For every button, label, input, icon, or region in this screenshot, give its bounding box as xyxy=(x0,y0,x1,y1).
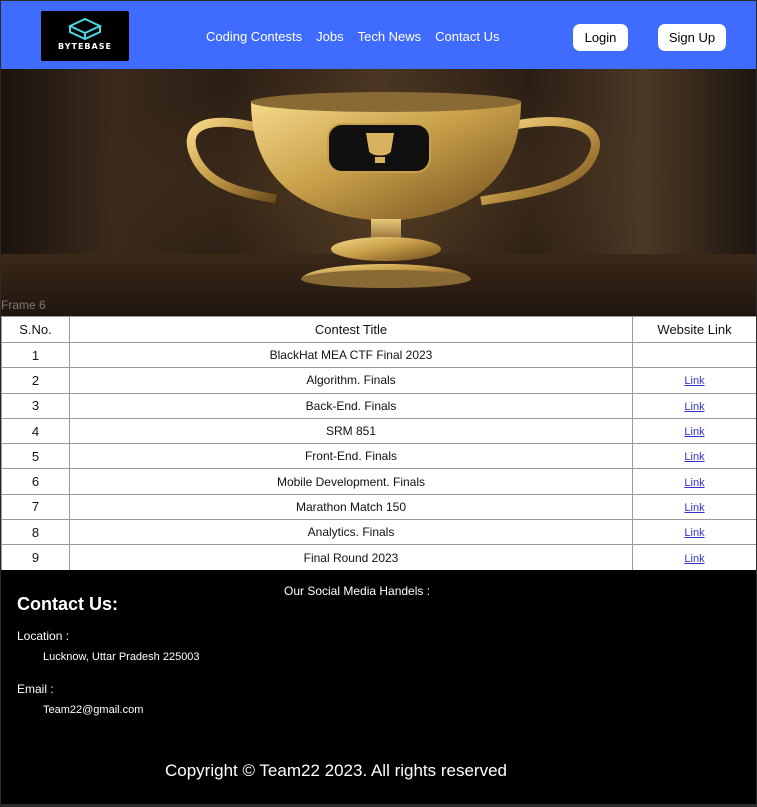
row-link-cell: Link xyxy=(632,493,756,521)
header-contest-title: Contest Title xyxy=(69,316,633,343)
row-link-cell: Link xyxy=(632,417,756,445)
row-sno: 1 xyxy=(1,341,70,369)
cube-logo-icon xyxy=(68,18,102,40)
row-link[interactable]: Link xyxy=(684,502,704,514)
row-title: Analytics. Finals xyxy=(69,519,633,546)
row-sno: 3 xyxy=(1,392,70,419)
nav-jobs[interactable]: Jobs xyxy=(316,29,343,44)
frame-label: Frame 6 xyxy=(1,298,46,312)
row-link-cell: Link xyxy=(632,544,756,571)
nav-tech-news[interactable]: Tech News xyxy=(358,29,422,44)
row-link-cell xyxy=(632,341,756,369)
trophy-icon xyxy=(186,92,600,288)
copyright-text: Copyright © Team22 2023. All rights rese… xyxy=(165,761,508,780)
row-link-cell: Link xyxy=(632,519,756,546)
row-title: BlackHat MEA CTF Final 2023 xyxy=(69,341,633,369)
row-sno: 6 xyxy=(1,468,70,495)
login-button[interactable]: Login xyxy=(573,24,628,51)
row-link[interactable]: Link xyxy=(684,401,704,413)
row-sno: 2 xyxy=(1,367,70,394)
row-link-cell: Link xyxy=(632,392,756,419)
row-link[interactable]: Link xyxy=(684,426,704,438)
row-title: Marathon Match 150 xyxy=(69,493,633,521)
row-sno: 7 xyxy=(1,493,70,521)
location-label: Location : xyxy=(17,629,70,643)
table-row: 7 Marathon Match 150 Link xyxy=(1,493,756,521)
location-value: Lucknow, Uttar Pradesh 225003 xyxy=(43,651,200,663)
contests-table: S.No. Contest Title Website Link 1 Black… xyxy=(1,316,756,571)
row-sno: 4 xyxy=(1,417,70,445)
row-link-cell: Link xyxy=(632,468,756,495)
footer: Contact Us: Our Social Media Handels : L… xyxy=(1,570,756,804)
signup-button[interactable]: Sign Up xyxy=(658,24,726,51)
row-title: Mobile Development. Finals xyxy=(69,468,633,495)
nav-contact-us[interactable]: Contact Us xyxy=(435,29,499,44)
table-row: 6 Mobile Development. Finals Link xyxy=(1,468,756,495)
row-sno: 9 xyxy=(1,544,70,571)
table-row: 3 Back-End. Finals Link xyxy=(1,392,756,419)
row-link-cell: Link xyxy=(632,443,756,470)
row-link[interactable]: Link xyxy=(684,375,704,387)
table-row: 1 BlackHat MEA CTF Final 2023 xyxy=(1,341,756,369)
table-row: 5 Front-End. Finals Link xyxy=(1,443,756,470)
row-link-cell: Link xyxy=(632,367,756,394)
page: BYTEBASE Coding Contests Jobs Tech News … xyxy=(1,1,756,804)
row-title: Final Round 2023 xyxy=(69,544,633,571)
logo-text: BYTEBASE xyxy=(58,42,112,51)
navbar: BYTEBASE Coding Contests Jobs Tech News … xyxy=(1,1,756,69)
row-title: Front-End. Finals xyxy=(69,443,633,470)
nav-links: Coding Contests Jobs Tech News Contact U… xyxy=(206,29,513,44)
row-sno: 8 xyxy=(1,519,70,546)
table-row: 9 Final Round 2023 Link xyxy=(1,544,756,571)
logo[interactable]: BYTEBASE xyxy=(41,11,129,61)
row-link[interactable]: Link xyxy=(684,477,704,489)
email-value[interactable]: Team22@gmail.com xyxy=(43,704,143,716)
row-title: SRM 851 xyxy=(69,417,633,445)
row-title: Algorithm. Finals xyxy=(69,367,633,394)
table-row: 8 Analytics. Finals Link xyxy=(1,519,756,546)
row-sno: 5 xyxy=(1,443,70,470)
row-title: Back-End. Finals xyxy=(69,392,633,419)
hero-banner: Frame 6 xyxy=(1,69,756,316)
row-link[interactable]: Link xyxy=(684,527,704,539)
contact-title: Contact Us: xyxy=(17,594,119,614)
email-label: Email : xyxy=(17,682,54,696)
table-header-row: S.No. Contest Title Website Link xyxy=(1,316,756,343)
header-sno: S.No. xyxy=(1,316,70,343)
row-link[interactable]: Link xyxy=(684,451,704,463)
header-website-link: Website Link xyxy=(632,316,756,343)
row-link[interactable]: Link xyxy=(684,553,704,565)
table-row: 4 SRM 851 Link xyxy=(1,417,756,445)
table-row: 2 Algorithm. Finals Link xyxy=(1,367,756,394)
nav-coding-contests[interactable]: Coding Contests xyxy=(206,29,302,44)
social-media-label: Our Social Media Handels : xyxy=(284,584,431,598)
